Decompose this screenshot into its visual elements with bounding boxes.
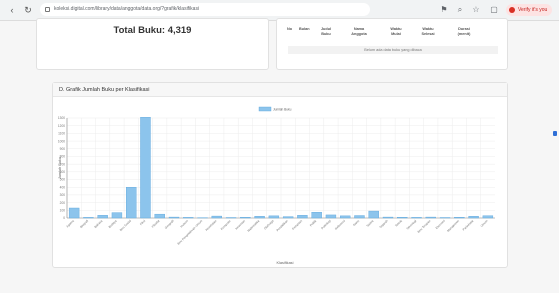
y-tick-label: 1300 (58, 116, 65, 120)
x-tick-label: Umum (479, 219, 488, 228)
profile-button[interactable]: Verify it's you (506, 4, 553, 16)
x-tick-label: Olahraga (263, 219, 275, 231)
profile-avatar-icon (509, 7, 515, 13)
x-tick-label: Geografi (164, 219, 175, 230)
y-tick-label: 0 (63, 216, 65, 220)
x-tick-label: Budaya (108, 219, 118, 229)
y-tick-label: 1100 (58, 132, 65, 136)
x-tick-label: Manajemen (446, 219, 460, 233)
bar-19 (325, 214, 337, 219)
legend-label[interactable]: Jumlah Buku (273, 107, 292, 111)
bar-24 (397, 217, 408, 219)
col-selesai: Waktu Selesai (421, 27, 435, 36)
x-tick-label: Teknologi (405, 219, 417, 231)
x-tick-label: Pariwisata (462, 219, 475, 232)
bookmark-icon[interactable]: ☆ (470, 4, 482, 16)
zoom-icon[interactable]: ⌕ (454, 4, 466, 16)
bar-14 (254, 216, 265, 219)
col-nama: Nama Anggota (351, 27, 367, 36)
bar-3 (97, 215, 108, 219)
bar-15 (268, 215, 280, 219)
reading-log-card: No Bulan Judul Buku Nama Anggota Waktu M… (276, 18, 508, 70)
y-tick-label: 400 (60, 185, 66, 189)
y-tick-label: 1000 (58, 139, 65, 143)
total-books-label: Total Buku: 4,319 (113, 25, 192, 36)
y-tick-label: 300 (60, 193, 66, 197)
extensions-icon[interactable]: ▢ (488, 4, 500, 16)
x-tick-label: Komputer (220, 219, 232, 231)
address-bar[interactable]: koleksi.digital.com/library/data/anggota… (40, 3, 370, 16)
legend-swatch[interactable] (258, 106, 272, 112)
chart-card: D. Grafik Jumlah Buku per Klasifikasi 0 1… (52, 82, 508, 268)
x-tick-label: Filsafat (151, 219, 161, 229)
bar-22 (368, 210, 379, 219)
back-icon[interactable]: ‹ (6, 4, 18, 16)
total-books-card: Total Buku: 4,319 (36, 18, 269, 70)
x-tick-label: Referensi (334, 219, 346, 231)
empty-table-message: Belum ada data buku yang dibaca (288, 46, 498, 54)
bar-7 (154, 213, 165, 219)
bar-4 (111, 212, 123, 219)
bar-17 (297, 215, 308, 219)
bar-28 (454, 217, 465, 219)
x-tick-label: Kesehatan (205, 219, 218, 232)
bar-9 (183, 217, 194, 219)
x-tick-label: Sains (352, 219, 360, 227)
x-tick-label: Ekonomi (435, 219, 446, 230)
col-mulai: Waktu Mulai (390, 27, 402, 36)
bar-5 (126, 187, 137, 219)
site-info-icon[interactable] (45, 7, 50, 12)
x-tick-label: Kesenian (234, 219, 246, 231)
bar-23 (382, 216, 394, 219)
x-tick-label: Hukum (179, 219, 189, 229)
translate-icon[interactable]: ⚑ (438, 4, 450, 16)
reload-icon[interactable]: ↻ (22, 4, 34, 16)
bar-29 (468, 216, 479, 219)
profile-label: Verify it's you (518, 7, 548, 13)
y-tick-label: 1200 (58, 124, 65, 128)
bar-16 (282, 216, 294, 219)
x-tick-label: Sejarah (379, 219, 389, 229)
x-tick-label: Bahasa (93, 219, 103, 229)
address-text: koleksi.digital.com/library/data/anggota… (54, 6, 200, 12)
x-tick-label: Teknik (394, 219, 403, 228)
x-tick-label: Agama (65, 219, 75, 229)
x-tick-label: Ilmu Pengetahuan Umum (176, 219, 203, 246)
chart-header: D. Grafik Jumlah Buku per Klasifikasi (53, 83, 507, 97)
bar-1 (68, 207, 80, 219)
col-no: No (287, 27, 293, 31)
x-tick-label: Fiksi (139, 219, 146, 226)
y-tick-label: 100 (60, 209, 66, 213)
x-tick-label: Ilmu Terapan (416, 219, 431, 234)
x-tick-label: Psikologi (320, 219, 332, 231)
x-tick-label: Sastra (365, 219, 374, 228)
bar-6 (140, 117, 151, 219)
y-tick-label: 200 (60, 201, 66, 205)
bar-25 (411, 217, 422, 219)
bar-30 (482, 215, 494, 219)
y-tick-label: 900 (60, 147, 66, 151)
x-tick-label: Politik (309, 219, 318, 228)
bar-26 (425, 216, 436, 219)
x-tick-label: Pendidikan (276, 219, 290, 233)
x-tick-label: Pertanian (291, 219, 303, 231)
bar-13 (240, 217, 251, 219)
bar-18 (311, 212, 322, 219)
bar-21 (354, 215, 365, 219)
col-bulan: Bulan (299, 27, 310, 31)
x-tick-label: Ilmu Sosial (119, 219, 132, 232)
bar-8 (168, 216, 180, 219)
bar-chart: 0100200300400500600700800900100011001200… (58, 106, 495, 265)
x-tick-label: Biografi (79, 219, 89, 229)
col-durasi: Durasi (menit) (457, 27, 471, 36)
x-tick-label: Matematika (247, 219, 261, 233)
y-axis-label: Jumlah Buku (58, 157, 62, 179)
side-widget-icon[interactable] (553, 131, 557, 136)
bar-11 (211, 215, 222, 219)
col-judul: Judul Buku (320, 27, 332, 36)
x-axis-label: Klasifikasi (277, 261, 294, 265)
bar-2 (83, 217, 94, 219)
bar-20 (340, 215, 351, 219)
